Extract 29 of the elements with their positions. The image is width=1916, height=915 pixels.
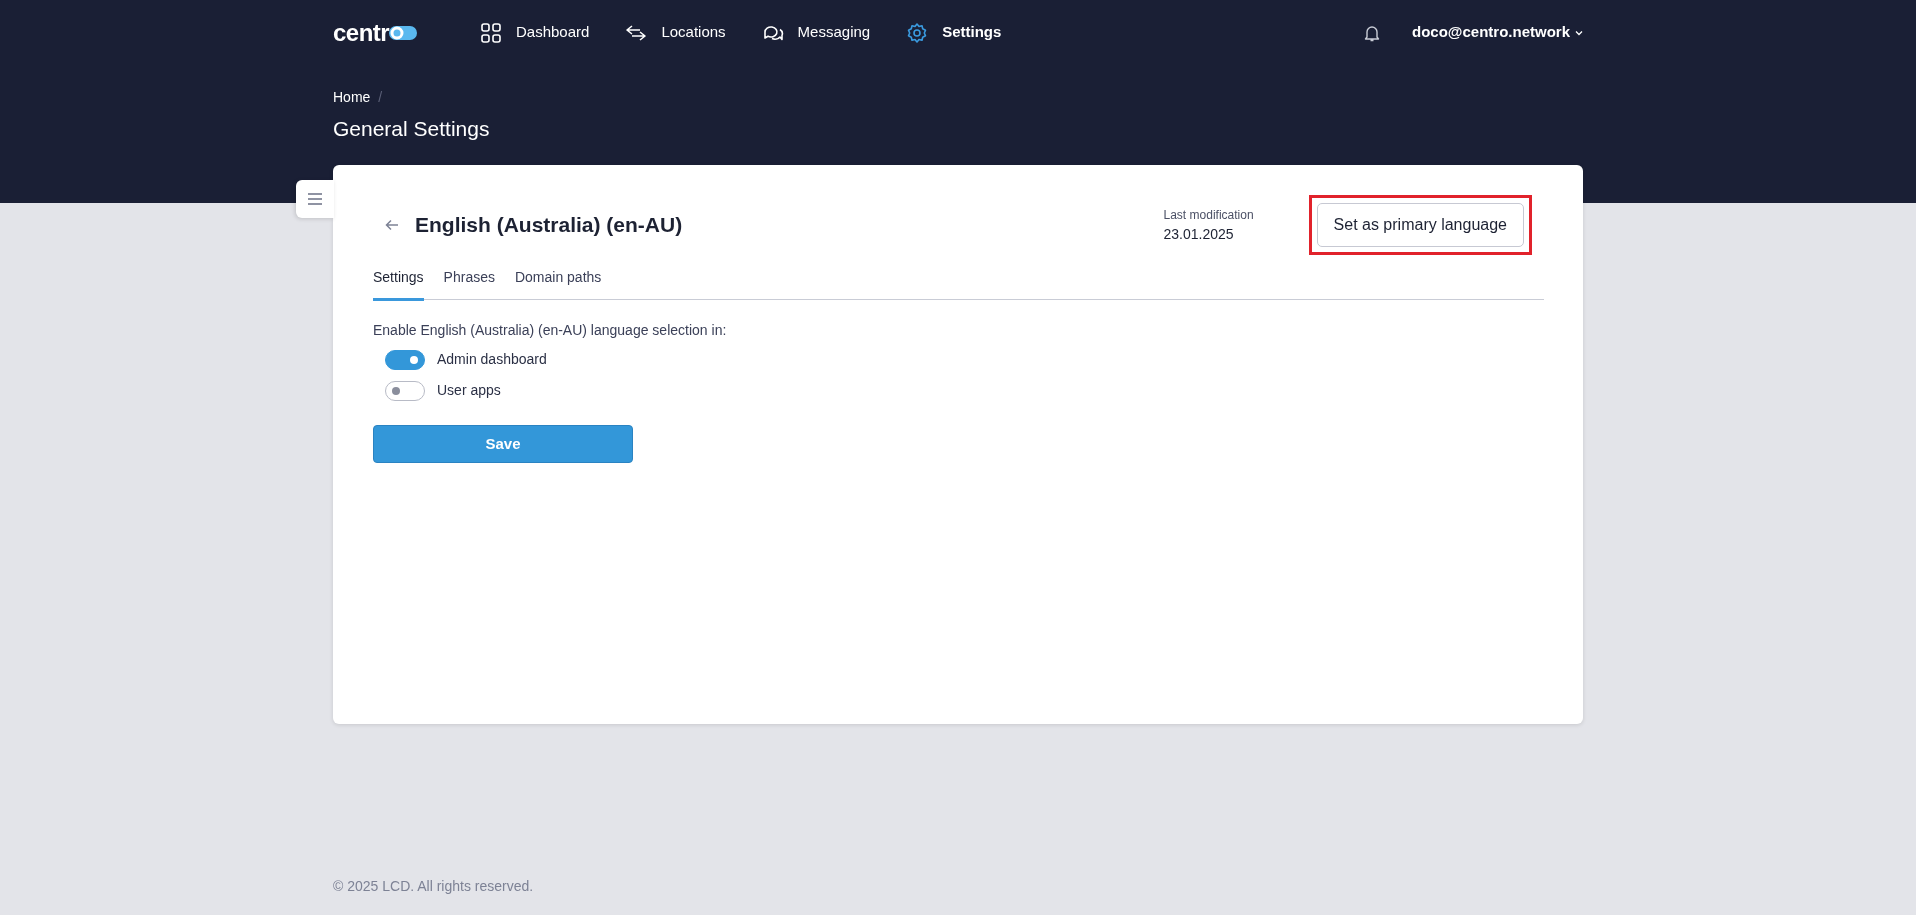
toggle-label: User apps: [437, 381, 501, 400]
page-title: General Settings: [333, 116, 491, 142]
breadcrumb-link[interactable]: Home: [333, 87, 371, 108]
logo-pill-icon: [389, 24, 418, 41]
nav-link[interactable]: Dashboard: [480, 21, 590, 44]
enable-label: Enable English (Australia) (en-AU) language selection in:: [373, 321, 728, 340]
bell-icon[interactable]: [1364, 23, 1380, 42]
grid-icon: [480, 21, 502, 44]
tab[interactable]: Phrases: [443, 267, 495, 301]
menu-icon[interactable]: [296, 180, 334, 218]
last-modification-date: 23.01.2025: [1163, 224, 1235, 244]
toggle-switch[interactable]: [385, 380, 425, 401]
nav-link[interactable]: Settings: [906, 21, 1002, 44]
back-arrow-icon[interactable]: [385, 219, 399, 231]
last-modification-label: Last modification: [1163, 206, 1254, 224]
user-menu[interactable]: doco@centro.network: [1412, 21, 1583, 44]
tab[interactable]: Settings: [373, 267, 424, 301]
gear-icon: [906, 21, 929, 44]
footer-text: © 2025 LCD. All rights reserved.: [333, 877, 535, 896]
nav-link[interactable]: Locations: [625, 21, 726, 44]
toggle-switch[interactable]: [385, 349, 425, 370]
logo[interactable]: centr: [333, 14, 480, 51]
tab[interactable]: Domain paths: [514, 267, 602, 301]
nav-link[interactable]: Messaging: [761, 21, 871, 44]
language-title: English (Australia) (en-AU): [415, 212, 683, 238]
set-primary-language-button[interactable]: Set as primary language: [1316, 203, 1524, 247]
breadcrumb-separator: /: [378, 88, 383, 107]
toggle-label: Admin dashboard: [437, 350, 547, 369]
caret-icon: [1575, 29, 1583, 36]
